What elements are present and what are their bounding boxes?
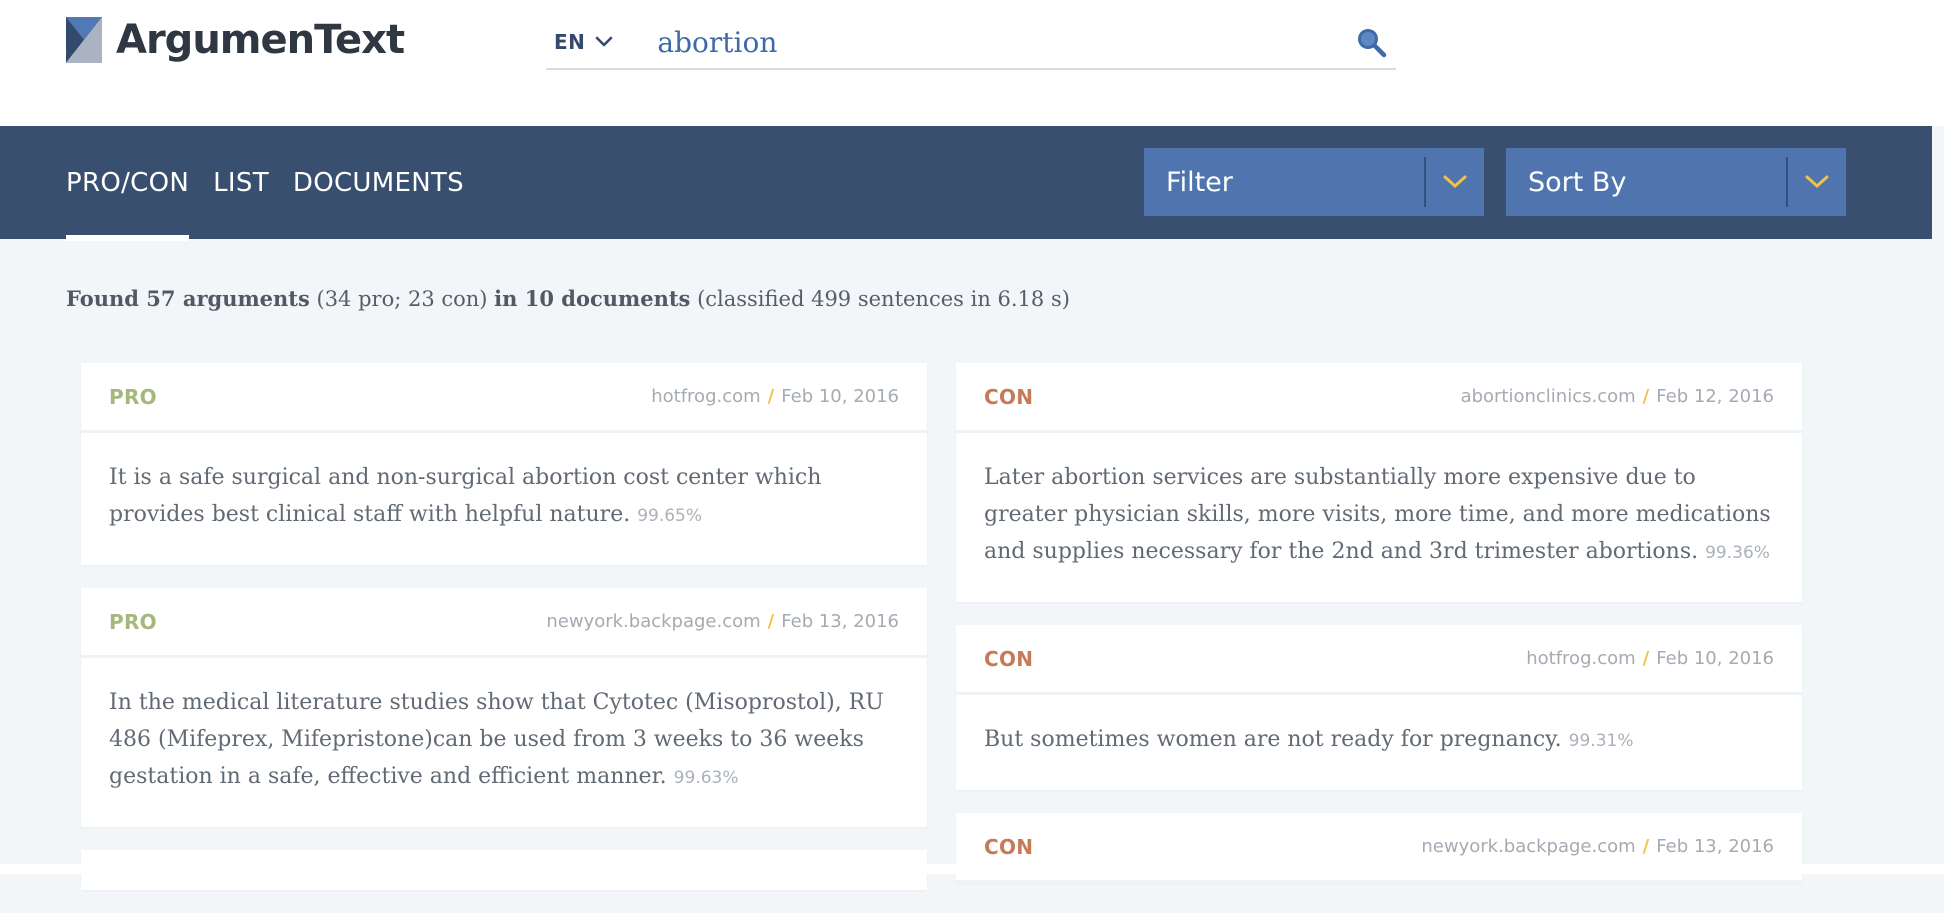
top-header: ArgumenText EN	[0, 0, 1944, 126]
argument-text: But sometimes women are not ready for pr…	[956, 695, 1802, 790]
source-domain[interactable]: newyork.backpage.com	[1421, 836, 1635, 857]
meta-separator: /	[767, 386, 775, 407]
card-header: PRO newyork.backpage.com / Feb 13, 2016	[81, 588, 927, 658]
chevron-down-icon	[1788, 175, 1846, 189]
source-meta: newyork.backpage.com / Feb 13, 2016	[546, 611, 899, 632]
tab-documents[interactable]: DOCUMENTS	[293, 126, 464, 239]
confidence-score: 99.65%	[637, 506, 703, 526]
results-summary: Found 57 arguments (34 pro; 23 con) in 1…	[66, 286, 1070, 311]
argument-card[interactable]: CON hotfrog.com / Feb 10, 2016 But somet…	[956, 625, 1802, 790]
source-date: Feb 10, 2016	[781, 386, 899, 407]
meta-separator: /	[1642, 648, 1650, 669]
brand-logo[interactable]: ArgumenText	[66, 16, 405, 64]
found-count: Found 57 arguments	[66, 286, 310, 311]
con-column: CON abortionclinics.com / Feb 12, 2016 L…	[956, 363, 1802, 906]
pro-con-split: (34 pro; 23 con)	[309, 287, 495, 311]
stance-label: PRO	[109, 609, 157, 634]
confidence-score: 99.36%	[1705, 543, 1770, 563]
argument-sentence: It is a safe surgical and non-surgical a…	[109, 465, 822, 527]
card-header: CON hotfrog.com / Feb 10, 2016	[956, 625, 1802, 695]
source-meta: newyork.backpage.com / Feb 13, 2016	[1421, 836, 1774, 857]
source-domain[interactable]: hotfrog.com	[1526, 648, 1635, 669]
brand-name: ArgumenText	[116, 17, 405, 63]
card-header: PRO hotfrog.com / Feb 10, 2016	[81, 363, 927, 433]
view-tabs: PRO/CON LIST DOCUMENTS	[66, 126, 488, 241]
argument-text: It is a safe surgical and non-surgical a…	[81, 433, 927, 565]
confidence-score: 99.31%	[1568, 731, 1634, 751]
meta-separator: /	[1642, 836, 1650, 857]
card-header: CON abortionclinics.com / Feb 12, 2016	[956, 363, 1802, 433]
argument-sentence: But sometimes women are not ready for pr…	[984, 727, 1562, 752]
search-bar: EN	[546, 16, 1396, 70]
logo-mark-icon	[66, 17, 102, 63]
stance-label: PRO	[109, 384, 157, 409]
meta-separator: /	[767, 611, 775, 632]
search-button[interactable]	[1346, 17, 1396, 67]
stance-label: CON	[984, 834, 1034, 859]
argument-sentence: In the medical literature studies show t…	[109, 690, 884, 789]
source-date: Feb 12, 2016	[1656, 386, 1774, 407]
view-navbar: PRO/CON LIST DOCUMENTS Filter Sort By	[0, 126, 1932, 241]
source-meta: hotfrog.com / Feb 10, 2016	[651, 386, 899, 407]
search-icon	[1358, 29, 1387, 58]
sort-dropdown[interactable]: Sort By	[1506, 148, 1846, 216]
argument-text: Later abortion services are substantiall…	[956, 433, 1802, 602]
source-date: Feb 10, 2016	[1656, 648, 1774, 669]
argument-card[interactable]: CON abortionclinics.com / Feb 12, 2016 L…	[956, 363, 1802, 602]
source-date: Feb 13, 2016	[781, 611, 899, 632]
argument-text: In the medical literature studies show t…	[81, 658, 927, 827]
argument-sentence: Later abortion services are substantiall…	[984, 465, 1771, 564]
tab-pro-con[interactable]: PRO/CON	[66, 126, 190, 241]
source-date: Feb 13, 2016	[1656, 836, 1774, 857]
source-domain[interactable]: abortionclinics.com	[1461, 386, 1636, 407]
stance-label: CON	[984, 384, 1034, 409]
source-domain[interactable]: hotfrog.com	[651, 386, 760, 407]
argument-card[interactable]: PRO newyork.backpage.com / Feb 13, 2016 …	[81, 588, 927, 827]
source-meta: hotfrog.com / Feb 10, 2016	[1526, 648, 1774, 669]
search-input[interactable]	[657, 19, 1346, 65]
meta-separator: /	[1642, 386, 1650, 407]
pro-column: PRO hotfrog.com / Feb 10, 2016 It is a s…	[81, 363, 927, 913]
sort-label: Sort By	[1528, 166, 1627, 198]
stance-label: CON	[984, 646, 1034, 671]
viewport-bottom-edge	[0, 864, 1944, 874]
confidence-score: 99.63%	[673, 768, 739, 788]
chevron-down-icon	[1426, 175, 1484, 189]
language-code: EN	[554, 30, 586, 54]
tab-list[interactable]: LIST	[213, 126, 269, 239]
source-domain[interactable]: newyork.backpage.com	[546, 611, 760, 632]
classification-stats: (classified 499 sentences in 6.18 s)	[690, 287, 1070, 311]
argument-card[interactable]: PRO hotfrog.com / Feb 10, 2016 It is a s…	[81, 363, 927, 565]
source-meta: abortionclinics.com / Feb 12, 2016	[1461, 386, 1774, 407]
document-count: in 10 documents	[494, 286, 691, 311]
language-selector[interactable]: EN	[546, 30, 613, 54]
filter-dropdown[interactable]: Filter	[1144, 148, 1484, 216]
chevron-down-icon	[596, 36, 613, 47]
filter-label: Filter	[1166, 166, 1233, 198]
